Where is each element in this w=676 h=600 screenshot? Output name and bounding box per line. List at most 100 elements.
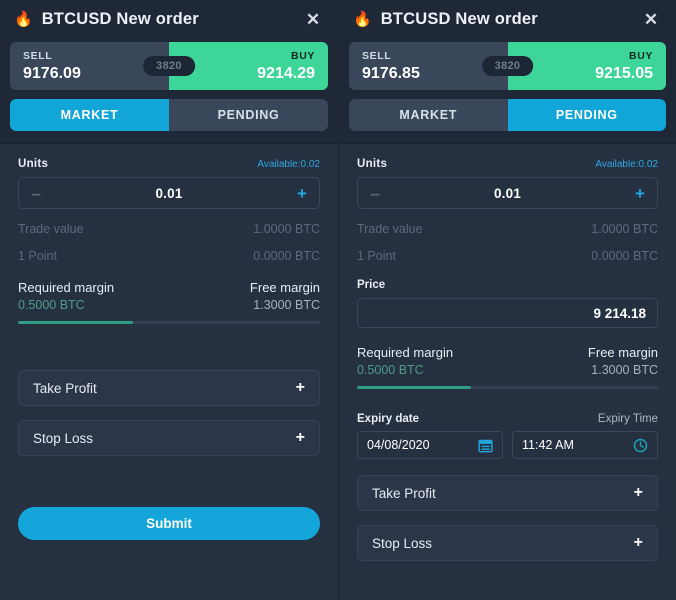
spread-badge: 3820 [143, 56, 195, 76]
panel-body: Units Available:0.02 – 0.01 + Trade valu… [339, 144, 676, 600]
take-profit-add-icon[interactable]: + [634, 485, 643, 501]
buy-label: BUY [291, 49, 315, 62]
tab-pending[interactable]: PENDING [169, 99, 328, 131]
take-profit-label: Take Profit [33, 380, 97, 396]
tab-market[interactable]: MARKET [10, 99, 169, 131]
one-point-row: 1 Point 0.0000 BTC [18, 249, 320, 263]
take-profit-add-icon[interactable]: + [296, 380, 305, 396]
page-title: BTCUSD New order [41, 9, 199, 28]
expiry-date-label: Expiry date [357, 413, 419, 425]
panel-body: Units Available:0.02 – 0.01 + Trade valu… [0, 144, 338, 481]
quote-bar: SELL 9176.09 BUY 9214.29 3820 [10, 42, 328, 90]
increment-button[interactable]: + [623, 185, 657, 202]
one-point-value: 0.0000 BTC [591, 249, 658, 263]
submit-button[interactable]: Submit [18, 507, 320, 540]
panel-header: 🔥 BTCUSD New order ✕ SELL 9176.09 BUY 92… [0, 0, 338, 144]
trade-value-value: 1.0000 BTC [591, 222, 658, 236]
increment-button[interactable]: + [285, 185, 319, 202]
buy-price: 9214.29 [257, 64, 315, 82]
units-input[interactable]: 0.01 [53, 186, 285, 201]
trade-value-row: Trade value 1.0000 BTC [18, 222, 320, 236]
sell-label: SELL [362, 49, 392, 62]
order-type-tabs: MARKET PENDING [349, 99, 666, 131]
stop-loss-label: Stop Loss [372, 535, 433, 551]
stop-loss-add-icon[interactable]: + [296, 430, 305, 446]
quote-bar: SELL 9176.85 BUY 9215.05 3820 [349, 42, 666, 90]
stop-loss-row[interactable]: Stop Loss + [18, 420, 320, 456]
one-point-label: 1 Point [357, 249, 396, 263]
trade-value-row: Trade value 1.0000 BTC [357, 222, 658, 236]
titlebar: 🔥 BTCUSD New order ✕ [349, 0, 666, 38]
expiry-time-value: 11:42 AM [522, 438, 574, 452]
units-header: Units Available:0.02 [18, 158, 320, 170]
expiry-date-value: 04/08/2020 [367, 438, 430, 452]
decrement-button[interactable]: – [19, 185, 53, 202]
order-type-tabs: MARKET PENDING [10, 99, 328, 131]
order-ticket-screen: 🔥 BTCUSD New order ✕ SELL 9176.09 BUY 92… [0, 0, 676, 600]
sell-price: 9176.09 [23, 64, 81, 82]
close-icon[interactable]: ✕ [640, 8, 662, 30]
free-margin-label: Free margin [587, 345, 658, 360]
margin-summary: Required margin 0.5000 BTC Free margin 1… [18, 280, 320, 312]
sell-label: SELL [23, 49, 53, 62]
required-margin-col: Required margin 0.5000 BTC [357, 345, 453, 377]
expiry-date-field[interactable]: 04/08/2020 [357, 431, 503, 459]
buy-price: 9215.05 [595, 64, 653, 82]
available-balance: Available:0.02 [257, 159, 320, 170]
quantity-stepper[interactable]: – 0.01 + [357, 177, 658, 209]
sell-price: 9176.85 [362, 64, 420, 82]
flame-icon: 🔥 [353, 10, 372, 28]
available-balance: Available:0.02 [595, 159, 658, 170]
units-label: Units [357, 158, 388, 170]
units-label: Units [18, 158, 49, 170]
price-input[interactable]: 9 214.18 [357, 298, 658, 328]
stop-loss-row[interactable]: Stop Loss + [357, 525, 658, 561]
tab-market[interactable]: MARKET [349, 99, 508, 131]
trade-value-label: Trade value [18, 222, 84, 236]
stop-loss-label: Stop Loss [33, 430, 94, 446]
market-order-panel: 🔥 BTCUSD New order ✕ SELL 9176.09 BUY 92… [0, 0, 338, 600]
margin-progress-fill [18, 321, 133, 324]
expiry-fields: 04/08/2020 11:42 AM [357, 431, 658, 459]
close-icon[interactable]: ✕ [302, 8, 324, 30]
decrement-button[interactable]: – [358, 185, 392, 202]
required-margin-value: 0.5000 BTC [18, 298, 85, 312]
margin-summary: Required margin 0.5000 BTC Free margin 1… [357, 345, 658, 377]
quantity-stepper[interactable]: – 0.01 + [18, 177, 320, 209]
margin-progress-bar [18, 321, 320, 324]
trade-value-label: Trade value [357, 222, 423, 236]
tab-pending[interactable]: PENDING [507, 99, 666, 131]
flame-icon: 🔥 [14, 10, 33, 28]
one-point-value: 0.0000 BTC [253, 249, 320, 263]
take-profit-row[interactable]: Take Profit + [357, 475, 658, 511]
bottom-spacer [0, 540, 338, 600]
clock-icon[interactable] [633, 438, 648, 453]
buy-label: BUY [629, 49, 653, 62]
free-margin-value: 1.3000 BTC [253, 298, 320, 312]
free-margin-label: Free margin [249, 280, 320, 295]
stop-loss-add-icon[interactable]: + [634, 535, 643, 551]
units-input[interactable]: 0.01 [392, 186, 623, 201]
take-profit-row[interactable]: Take Profit + [18, 370, 320, 406]
page-title: BTCUSD New order [380, 9, 538, 28]
free-margin-value: 1.3000 BTC [591, 363, 658, 377]
free-margin-col: Free margin 1.3000 BTC [588, 345, 658, 377]
expiry-block: Expiry date Expiry Time 04/08/2020 11:42… [357, 413, 658, 459]
price-label: Price [357, 279, 386, 291]
expiry-labels: Expiry date Expiry Time [357, 413, 658, 425]
calendar-icon[interactable] [478, 438, 493, 453]
margin-progress-bar [357, 386, 658, 389]
one-point-label: 1 Point [18, 249, 57, 263]
required-margin-label: Required margin [18, 280, 115, 295]
free-margin-col: Free margin 1.3000 BTC [250, 280, 320, 312]
titlebar: 🔥 BTCUSD New order ✕ [10, 0, 328, 38]
expiry-time-label: Expiry Time [597, 413, 658, 425]
one-point-row: 1 Point 0.0000 BTC [357, 249, 658, 263]
required-margin-col: Required margin 0.5000 BTC [18, 280, 114, 312]
trade-value-value: 1.0000 BTC [253, 222, 320, 236]
required-margin-value: 0.5000 BTC [357, 363, 424, 377]
spread-badge: 3820 [481, 56, 534, 76]
required-margin-label: Required margin [357, 345, 454, 360]
expiry-time-field[interactable]: 11:42 AM [512, 431, 658, 459]
pending-order-panel: 🔥 BTCUSD New order ✕ SELL 9176.85 BUY 92… [338, 0, 676, 600]
